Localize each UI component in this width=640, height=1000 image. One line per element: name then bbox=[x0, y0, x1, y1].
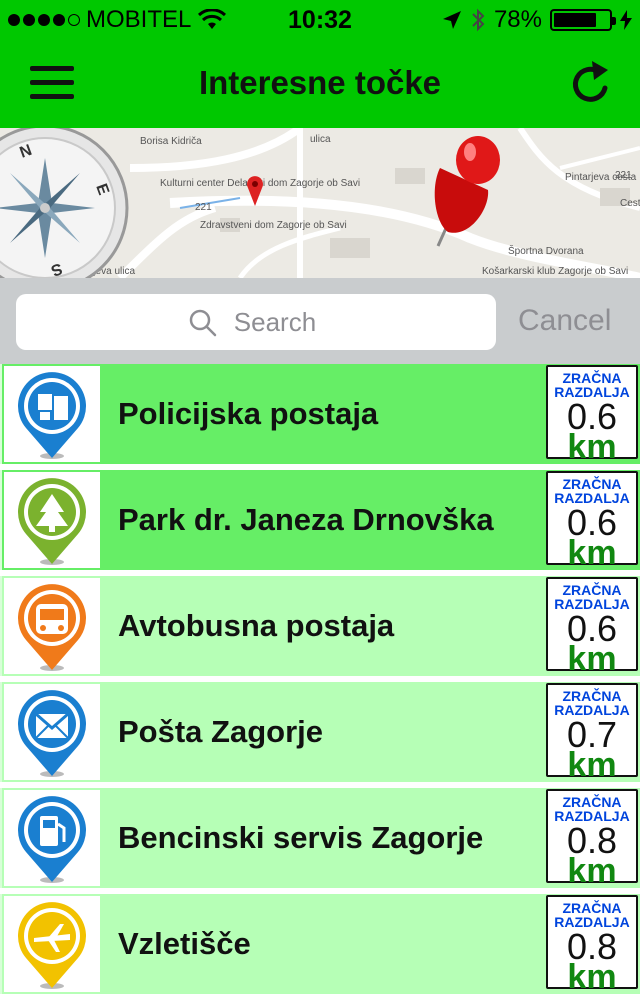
search-input[interactable] bbox=[16, 294, 496, 350]
distance-caption: ZRAČNA bbox=[562, 900, 622, 916]
map-label: Košarkarski klub Zagorje ob Savi bbox=[482, 266, 628, 277]
list-item-label: Avtobusna postaja bbox=[118, 608, 395, 643]
map-label: 221 bbox=[195, 202, 212, 213]
location-arrow-icon bbox=[442, 11, 461, 29]
gas-station-pin-icon bbox=[4, 790, 100, 886]
distance-unit: km bbox=[567, 534, 617, 572]
distance-badge: ZRAČNA RAZDALJA 0.6 km bbox=[546, 471, 638, 572]
page-title: Interesne točke bbox=[198, 64, 442, 101]
distance-caption: ZRAČNA bbox=[562, 370, 622, 386]
map-label: Zdravstveni dom Zagorje ob Savi bbox=[200, 220, 347, 231]
cancel-button[interactable]: Cancel bbox=[518, 304, 611, 338]
push-pin-icon bbox=[434, 136, 500, 247]
map-label: Športna Dvorana bbox=[508, 244, 584, 257]
distance-caption: ZRAČNA bbox=[562, 688, 622, 704]
map-view[interactable]: Borisa Kidriča Kulturni center Delavski … bbox=[0, 128, 640, 278]
distance-unit: km bbox=[567, 746, 617, 784]
list-item[interactable]: Park dr. Janeza Drnovška ZRAČNA RAZDALJA 0.… bbox=[0, 470, 640, 570]
airport-pin-icon bbox=[4, 896, 100, 992]
status-right: 78% bbox=[442, 6, 632, 34]
distance-caption: ZRAČNA bbox=[562, 794, 622, 810]
hamburger-menu-icon[interactable] bbox=[30, 66, 74, 102]
post-office-pin-icon bbox=[4, 684, 100, 780]
distance-badge: ZRAČNA RAZDALJA 0.8 km bbox=[546, 789, 638, 890]
list-item-label: Bencinski servis Zagorje bbox=[118, 820, 484, 855]
map-label: Cesta bbox=[620, 198, 640, 209]
search-bar: Cancel bbox=[0, 278, 640, 364]
poi-list: Policijska postaja ZRAČNA RAZDALJA 0.6 km Par… bbox=[0, 364, 640, 1000]
distance-caption: ZRAČNA bbox=[562, 476, 622, 492]
distance-badge: ZRAČNA RAZDALJA 0.7 km bbox=[546, 683, 638, 784]
distance-unit: km bbox=[567, 428, 617, 466]
list-item[interactable]: Policijska postaja ZRAČNA RAZDALJA 0.6 km bbox=[0, 364, 640, 464]
police-pin-icon bbox=[4, 366, 100, 462]
battery-icon bbox=[550, 9, 616, 31]
bluetooth-icon bbox=[472, 8, 485, 32]
distance-unit: km bbox=[567, 852, 617, 890]
list-item[interactable]: Bencinski servis Zagorje ZRAČNA RAZDALJA 0.… bbox=[0, 788, 640, 888]
distance-unit: km bbox=[567, 640, 617, 678]
map-label: ulica bbox=[310, 134, 331, 145]
distance-caption: ZRAČNA bbox=[562, 582, 622, 598]
distance-badge: ZRAČNA RAZDALJA 0.6 km bbox=[546, 365, 638, 466]
nav-bar: Interesne točke bbox=[0, 40, 640, 128]
list-item[interactable]: Vzletišče ZRAČNA RAZDALJA 0.8 km bbox=[0, 894, 640, 994]
list-item-label: Park dr. Janeza Drnovška bbox=[118, 502, 494, 537]
list-item[interactable]: Avtobusna postaja ZRAČNA RAZDALJA 0.6 km bbox=[0, 576, 640, 676]
charging-bolt-icon bbox=[620, 10, 632, 30]
park-tree-pin-icon bbox=[4, 472, 100, 568]
status-bar: MOBITEL 10:32 78% bbox=[0, 0, 640, 40]
list-item-label: Vzletišče bbox=[118, 926, 251, 961]
distance-badge: ZRAČNA RAZDALJA 0.8 km bbox=[546, 895, 638, 996]
bus-pin-icon bbox=[4, 578, 100, 674]
distance-badge: ZRAČNA RAZDALJA 0.6 km bbox=[546, 577, 638, 678]
battery-percent: 78% bbox=[493, 6, 542, 33]
list-item-label: Pošta Zagorje bbox=[118, 714, 323, 749]
map-label: Borisa Kidriča bbox=[140, 136, 202, 147]
map-label: 221 bbox=[615, 170, 632, 181]
list-item-label: Policijska postaja bbox=[118, 396, 379, 431]
list-item[interactable]: Pošta Zagorje ZRAČNA RAZDALJA 0.7 km bbox=[0, 682, 640, 782]
refresh-icon[interactable] bbox=[566, 58, 614, 108]
distance-unit: km bbox=[567, 958, 617, 996]
